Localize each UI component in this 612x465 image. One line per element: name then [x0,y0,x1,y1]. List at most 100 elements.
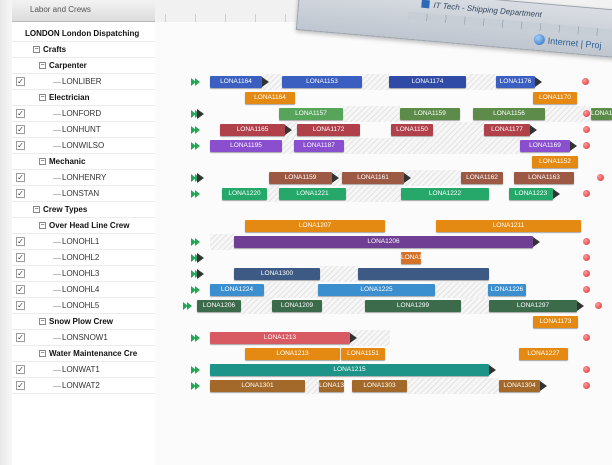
tree-row-label: LONWILSO [62,141,105,150]
tree-group-row[interactable]: − Crew Types [0,202,612,218]
work-order-bar[interactable]: LONA1301 [210,380,305,392]
tree-resource-row[interactable]: ✓ LONOHL2 [0,250,612,266]
work-order-bar[interactable]: LONA1187 [294,140,344,152]
work-order-bar[interactable]: LONA1163 [514,172,574,184]
tree-group-row[interactable]: − Carpenter [0,58,612,74]
work-order-bar[interactable]: LONA1169 [520,140,570,152]
collapse-toggle-icon[interactable]: − [33,206,40,213]
route-arrow-icon [197,253,204,263]
work-order-bar[interactable]: LONA1226 [488,284,526,296]
work-order-bar[interactable]: LONA1150 [391,124,433,136]
row-checkbox[interactable]: ✓ [16,141,25,150]
shift-start-icon [191,190,200,198]
work-order-bar[interactable]: LONA1304 [499,380,540,392]
route-arrow-icon [530,125,537,135]
work-order-bar[interactable]: LONA1222 [401,188,489,200]
work-order-bar[interactable]: LONA1161 [342,172,404,184]
row-checkbox[interactable]: ✓ [16,269,25,278]
work-order-bar[interactable]: LONA1195 [210,140,282,152]
tree-row-label: Crafts [43,45,67,54]
work-order-bar[interactable]: LONA1165 [220,124,285,136]
work-order-bar[interactable]: LONA1174 [389,76,466,88]
row-checkbox[interactable]: ✓ [16,125,25,134]
tree-connector [53,114,61,115]
work-order-bar[interactable]: LONA1153 [282,76,362,88]
row-checkbox[interactable]: ✓ [16,285,25,294]
work-order-bar[interactable]: LONA1206 [234,236,533,248]
work-order-bar[interactable]: LONA1213 [210,332,350,344]
collapse-toggle-icon[interactable]: − [39,222,46,229]
row-checkbox[interactable]: ✓ [16,237,25,246]
work-order-bar[interactable]: LONA1177 [484,124,530,136]
shift-start-icon [191,366,200,374]
row-checkbox[interactable]: ✓ [16,173,25,182]
work-order-bar[interactable]: LONA1151 [341,348,385,360]
work-order-bar[interactable]: LONA1170 [533,92,577,104]
work-order-bar[interactable]: LONA1303 [352,380,407,392]
shift-end-icon [583,110,590,117]
work-order-bar[interactable]: LONA1178 [401,252,421,264]
collapse-toggle-icon[interactable]: − [39,94,46,101]
work-order-bar[interactable]: LONA1159 [400,108,460,120]
work-order-bar[interactable]: LONA1157 [279,108,343,120]
work-order-bar[interactable]: LONA1215 [210,364,489,376]
work-order-bar[interactable]: LONA1209 [272,300,322,312]
row-checkbox[interactable]: ✓ [16,77,25,86]
work-order-bar[interactable] [358,268,489,280]
row-checkbox[interactable]: ✓ [16,253,25,262]
work-order-bar[interactable]: LONA1303 [319,380,344,392]
collapse-toggle-icon[interactable]: − [39,158,46,165]
collapse-toggle-icon[interactable]: − [39,62,46,69]
row-checkbox[interactable]: ✓ [16,189,25,198]
work-order-bar[interactable]: LONA1162 [461,172,503,184]
work-order-bar[interactable]: LONA1164 [245,92,295,104]
work-order-bar[interactable]: LONA1227 [519,348,568,360]
work-order-bar[interactable]: LONA1224 [210,284,264,296]
row-checkbox[interactable]: ✓ [16,365,25,374]
shift-end-icon [583,286,590,293]
work-order-bar[interactable]: LONA1159 [269,172,332,184]
collapse-toggle-icon[interactable]: − [33,46,40,53]
work-order-bar[interactable]: LONA1299 [365,300,461,312]
work-order-bar[interactable]: LONA1176 [496,76,535,88]
tree-group-row[interactable]: − Electrician [0,90,612,106]
work-order-bar[interactable]: LONA1173 [533,316,578,328]
work-order-bar[interactable]: LONA1172 [297,124,360,136]
shift-end-icon [583,334,590,341]
shift-end-icon [597,174,604,181]
work-order-bar[interactable]: LONA1300 [234,268,320,280]
work-order-bar[interactable]: LONA1297 [489,300,577,312]
work-order-bar[interactable]: LONA1211 [436,220,581,232]
travel-time-hatch [466,74,496,90]
shift-end-icon [583,190,590,197]
travel-time-hatch [305,378,319,394]
tree-group-row[interactable]: − Snow Plow Crew [0,314,612,330]
travel-time-hatch [435,282,488,298]
row-checkbox[interactable]: ✓ [16,333,25,342]
work-order-bar[interactable]: LONA1164 [210,76,262,88]
tree-header: Labor and Crews [12,0,155,22]
work-order-bar[interactable]: LONA1225 [318,284,435,296]
travel-time-hatch [264,282,318,298]
collapse-toggle-icon[interactable]: − [39,350,46,357]
work-order-bar[interactable]: LONA1160 [591,108,612,120]
work-order-bar[interactable]: LONA1220 [222,188,267,200]
row-checkbox[interactable]: ✓ [16,381,25,390]
work-order-bar[interactable]: LONA1213 [245,348,340,360]
tree-row-label: Electrician [49,93,90,102]
travel-time-hatch [461,298,489,314]
work-order-bar[interactable]: LONA1156 [473,108,545,120]
route-arrow-icon [489,365,496,375]
work-order-bar[interactable]: LONA1221 [279,188,346,200]
shift-end-icon [583,254,590,261]
row-checkbox[interactable]: ✓ [16,109,25,118]
work-order-bar[interactable]: LONA1206 [197,300,241,312]
collapse-toggle-icon[interactable]: − [39,318,46,325]
work-order-bar[interactable]: LONA1207 [245,220,385,232]
row-checkbox[interactable]: ✓ [16,301,25,310]
work-order-bar[interactable]: LONA1223 [509,188,553,200]
tree-connector [53,194,61,195]
work-order-bar[interactable]: LONA1152 [532,156,578,168]
tree-group-row[interactable]: − Mechanic [0,154,612,170]
route-arrow-icon [350,333,357,343]
